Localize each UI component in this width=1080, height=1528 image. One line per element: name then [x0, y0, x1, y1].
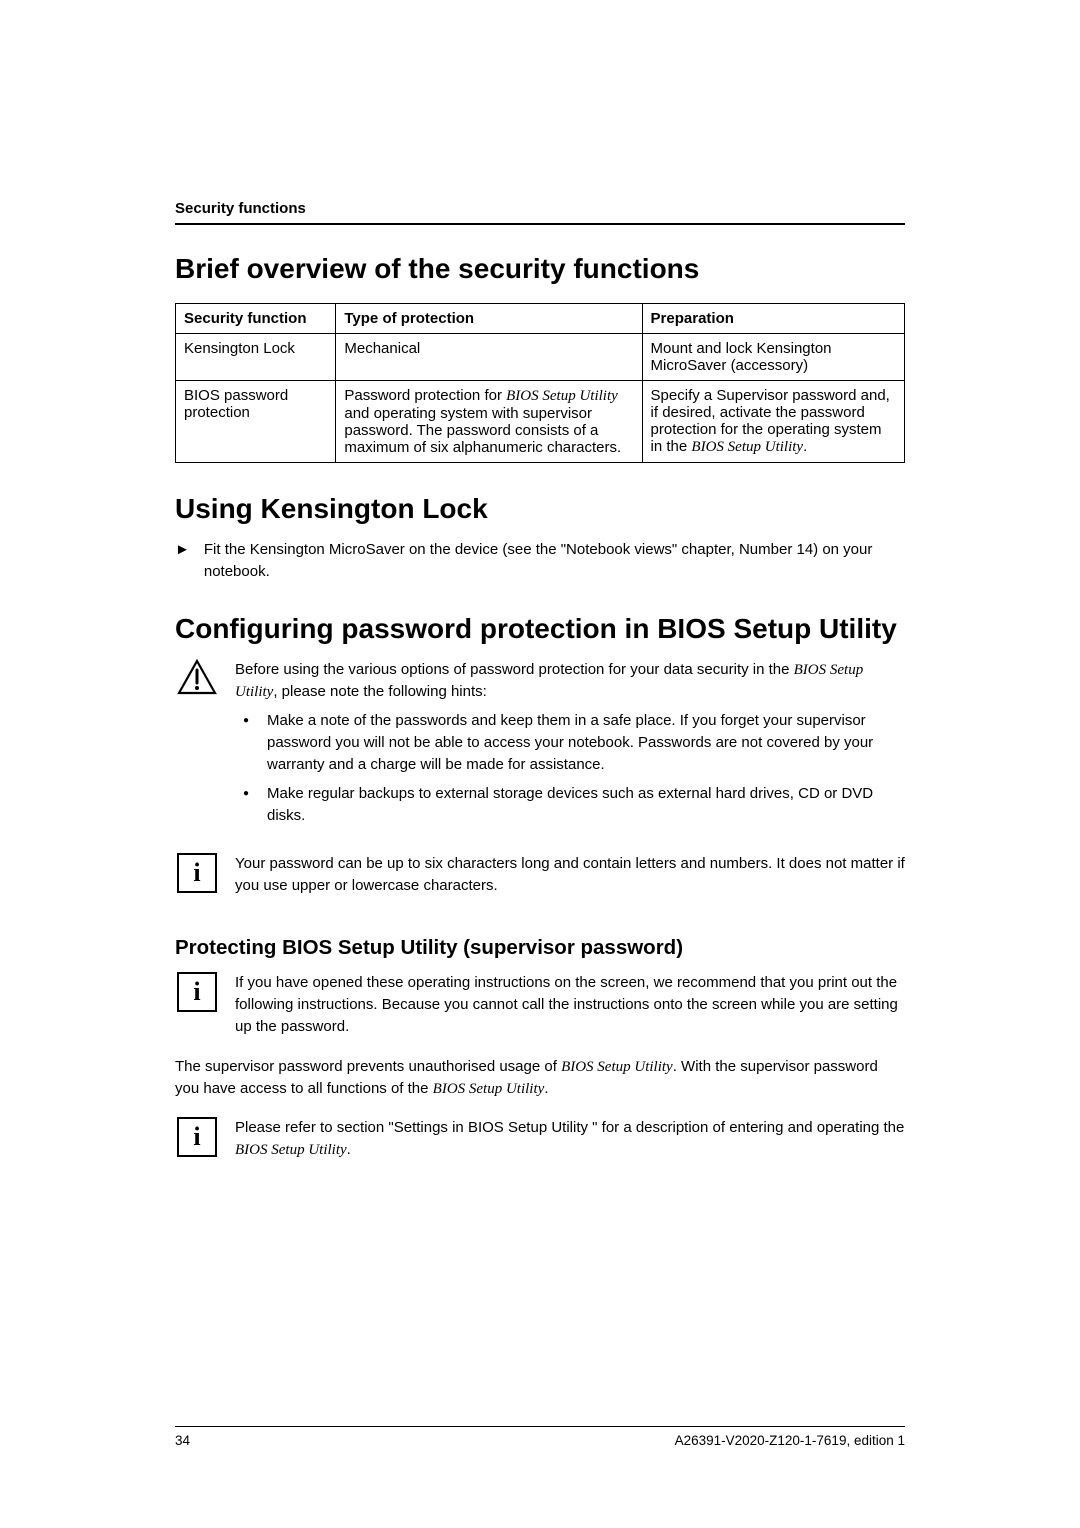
cell-bios-name: BIOS password protection — [176, 381, 336, 463]
info-body: If you have opened these operating instr… — [235, 972, 905, 1037]
text-fragment: Before using the various options of pass… — [235, 661, 794, 678]
info-icon: i — [177, 1117, 217, 1157]
cell-kensington-prep: Mount and lock Kensington MicroSaver (ac… — [642, 334, 904, 381]
text-fragment: The supervisor password prevents unautho… — [175, 1058, 561, 1075]
table-row: BIOS password protection Password protec… — [176, 381, 905, 463]
table-header-row: Security function Type of protection Pre… — [176, 304, 905, 334]
warning-body: Before using the various options of pass… — [235, 659, 905, 835]
security-functions-table: Security function Type of protection Pre… — [175, 303, 905, 463]
cell-bios-prep: Specify a Supervisor password and, if de… — [642, 381, 904, 463]
page-footer: 34 A26391-V2020-Z120-1-7619, edition 1 — [175, 1426, 905, 1448]
info-body: Your password can be up to six character… — [235, 853, 905, 897]
heading-protecting-bios: Protecting BIOS Setup Utility (superviso… — [175, 936, 905, 960]
doc-id: A26391-V2020-Z120-1-7619, edition 1 — [675, 1433, 905, 1448]
warning-icon — [177, 659, 217, 695]
text-fragment: . — [347, 1141, 351, 1158]
text-italic: BIOS Setup Utility — [235, 1142, 347, 1158]
step-arrow-icon: ► — [175, 539, 190, 583]
text-fragment: , please note the following hints: — [273, 683, 486, 700]
warning-block: Before using the various options of pass… — [175, 659, 905, 835]
info-icon: i — [177, 972, 217, 1012]
info-block: i Your password can be up to six charact… — [175, 853, 905, 897]
text-fragment: Password protection for — [344, 387, 506, 404]
paragraph: The supervisor password prevents unautho… — [175, 1056, 905, 1102]
cell-kensington-type: Mechanical — [336, 334, 642, 381]
heading-using-kensington: Using Kensington Lock — [175, 493, 905, 525]
th-type-protection: Type of protection — [336, 304, 642, 334]
text-italic: BIOS Setup Utility — [561, 1059, 673, 1075]
text-fragment: and operating system with supervisor pas… — [344, 405, 621, 456]
list-item: Make a note of the passwords and keep th… — [263, 710, 905, 775]
warning-bullets: Make a note of the passwords and keep th… — [235, 710, 905, 827]
cell-kensington-name: Kensington Lock — [176, 334, 336, 381]
info-block: i Please refer to section "Settings in B… — [175, 1117, 905, 1162]
th-security-function: Security function — [176, 304, 336, 334]
heading-brief-overview: Brief overview of the security functions — [175, 253, 905, 285]
text-italic: BIOS Setup Utility — [506, 388, 618, 404]
text-fragment: Please refer to section "Settings in BIO… — [235, 1119, 904, 1136]
info-block: i If you have opened these operating ins… — [175, 972, 905, 1037]
th-preparation: Preparation — [642, 304, 904, 334]
text-italic: BIOS Setup Utility — [433, 1081, 545, 1097]
cell-bios-type: Password protection for BIOS Setup Utili… — [336, 381, 642, 463]
page-number: 34 — [175, 1433, 190, 1448]
text-fragment: . — [544, 1080, 548, 1097]
table-row: Kensington Lock Mechanical Mount and loc… — [176, 334, 905, 381]
text-italic: BIOS Setup Utility — [691, 439, 803, 455]
text-fragment: . — [803, 438, 807, 455]
info-body: Please refer to section "Settings in BIO… — [235, 1117, 905, 1162]
heading-configuring-password: Configuring password protection in BIOS … — [175, 613, 905, 645]
step-item: ► Fit the Kensington MicroSaver on the d… — [175, 539, 905, 583]
info-icon: i — [177, 853, 217, 893]
step-text: Fit the Kensington MicroSaver on the dev… — [204, 539, 905, 583]
section-label: Security functions — [175, 200, 905, 225]
list-item: Make regular backups to external storage… — [263, 783, 905, 827]
